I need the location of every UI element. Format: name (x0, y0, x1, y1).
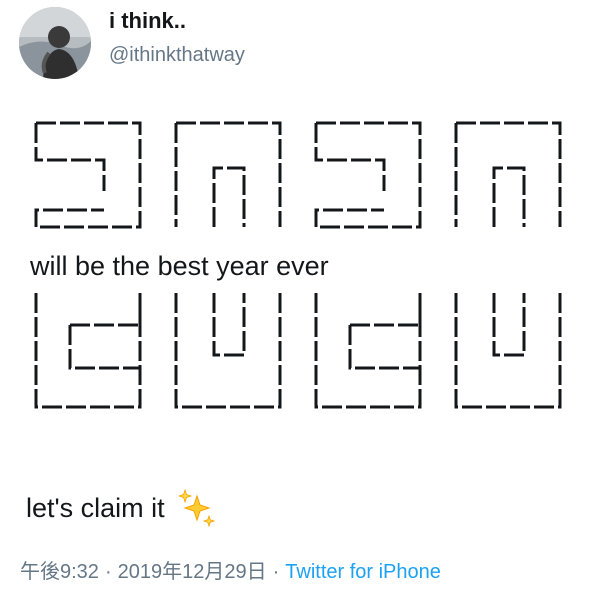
art-stroke (492, 166, 526, 227)
art-stroke (348, 325, 420, 370)
art-stroke (176, 121, 282, 227)
sparkles-icon (177, 488, 217, 528)
art-stroke (212, 166, 246, 227)
tweet-date[interactable]: 2019年12月29日 (118, 561, 267, 583)
art-stroke (34, 123, 106, 191)
avatar[interactable] (19, 7, 91, 79)
art-stroke (34, 208, 104, 227)
meta-separator: · (104, 561, 112, 583)
user-handle[interactable]: @ithinkthatway (109, 44, 245, 67)
art-stroke (314, 123, 386, 191)
profile-photo-icon (19, 7, 91, 79)
art-stroke (314, 293, 422, 409)
art-stroke (454, 293, 562, 409)
art-stroke (492, 293, 526, 357)
meta-separator: · (272, 561, 280, 583)
art-stroke (70, 305, 142, 327)
art-stroke (68, 325, 140, 370)
tweet-meta: 午後9:32 · 2019年12月29日 · Twitter for iPhone (20, 555, 441, 584)
art-stroke (212, 293, 246, 357)
art-stroke (314, 208, 384, 227)
tweet-body-text: let's claim it (26, 492, 165, 523)
tweet-text: let's claim it (26, 488, 217, 528)
tweet-time[interactable]: 午後9:32 (20, 561, 99, 583)
art-caption: will be the best year ever (28, 251, 331, 282)
display-name[interactable]: i think.. (109, 8, 186, 34)
art-stroke (456, 121, 562, 227)
art-stroke (350, 305, 422, 327)
art-stroke (34, 293, 142, 409)
tweet-source-link[interactable]: Twitter for iPhone (285, 561, 441, 583)
art-stroke (174, 293, 282, 409)
